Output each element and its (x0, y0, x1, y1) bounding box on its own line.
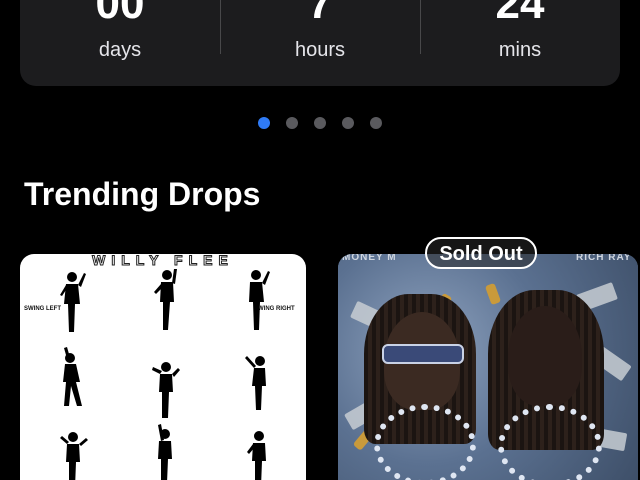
days-value: 00 (95, 0, 145, 28)
page-dot-1[interactable] (258, 117, 270, 129)
sold-out-badge: Sold Out (425, 237, 537, 269)
countdown-days: 00 days (20, 0, 220, 86)
page-dot-2[interactable] (286, 117, 298, 129)
artist-portrait-right (508, 306, 582, 406)
artwork-title: WILLY FLEE (92, 254, 234, 269)
dancer-silhouette (60, 432, 88, 480)
page-dot-5[interactable] (370, 117, 382, 129)
countdown-timer: 00 days 7 hours 24 mins (20, 0, 620, 86)
drop-card-1[interactable]: WILLY FLEE SWING LEFT SWING RIGHT (20, 254, 306, 480)
app-screen: 00 days 7 hours 24 mins Trending Drops W… (0, 0, 640, 480)
dancer-silhouette (245, 356, 266, 410)
hours-label: hours (294, 39, 346, 61)
mins-label: mins (498, 39, 542, 61)
chain-necklace (374, 404, 476, 480)
artwork-header-right: RICH RAY (576, 254, 632, 263)
dancer-silhouette (158, 424, 172, 480)
mins-value: 24 (495, 0, 545, 28)
dancer-silhouette (152, 362, 180, 418)
dancer-silhouette (247, 431, 266, 480)
hours-value: 7 (307, 0, 333, 28)
section-title: Trending Drops (24, 176, 261, 212)
page-dot-4[interactable] (342, 117, 354, 129)
dancer-silhouette (60, 272, 86, 332)
chain-necklace (498, 404, 602, 480)
countdown-mins: 24 mins (420, 0, 620, 86)
countdown-hours: 7 hours (220, 0, 420, 86)
page-dot-3[interactable] (314, 117, 326, 129)
sunglasses (382, 344, 464, 364)
page-indicator (0, 117, 640, 129)
artwork-header-left: MONEY M (342, 254, 397, 263)
drop-card-2[interactable]: MONEY M RICH RAY (338, 254, 638, 480)
dancer-silhouette (154, 269, 177, 330)
days-label: days (98, 39, 142, 61)
dancer-silhouette (249, 270, 270, 330)
dancer-silhouette (63, 347, 82, 406)
